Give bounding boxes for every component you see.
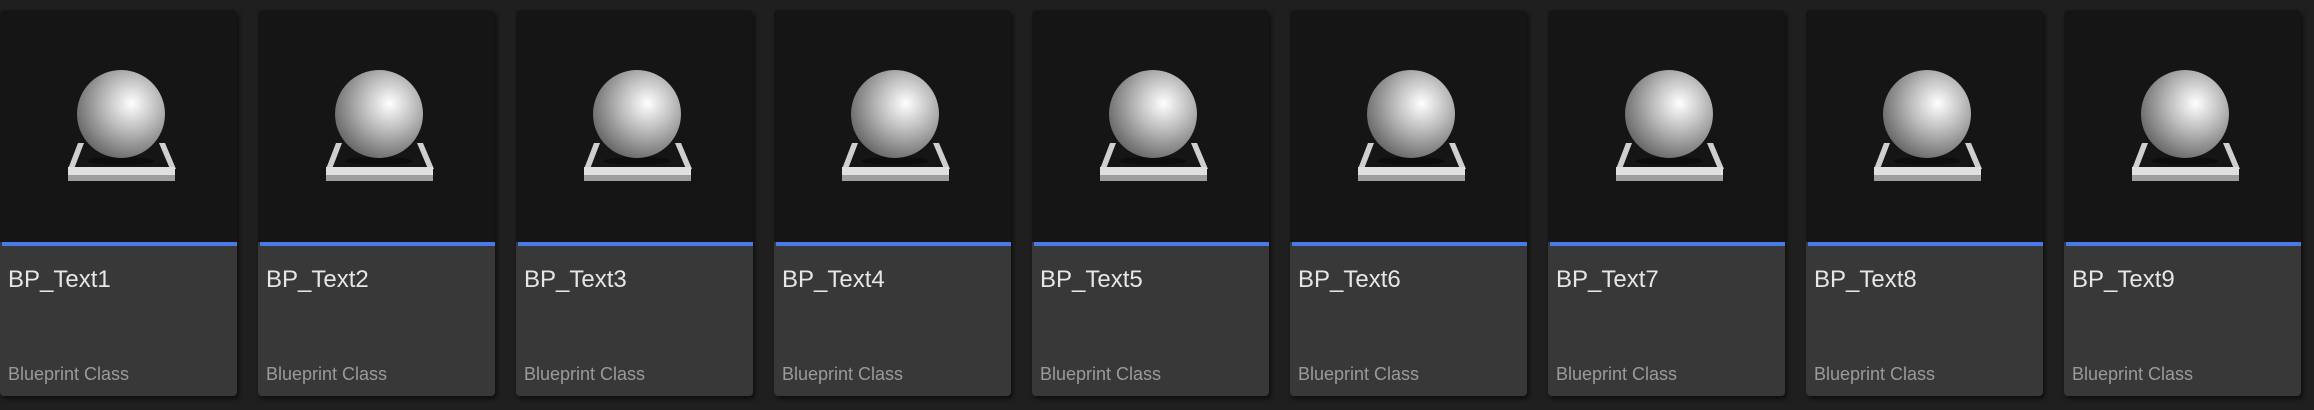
asset-name: BP_Text1	[8, 266, 111, 293]
blueprint-sphere-pedestal-icon	[1100, 70, 1208, 181]
asset-type-label: Blueprint Class	[1040, 364, 1162, 384]
asset-name: BP_Text6	[1298, 266, 1401, 293]
asset-tile[interactable]: BP_Text1 Blueprint Class	[0, 10, 237, 396]
asset-name: BP_Text8	[1814, 266, 1917, 293]
blueprint-sphere-pedestal-icon	[326, 70, 434, 181]
asset-tile[interactable]: BP_Text2 Blueprint Class	[258, 10, 495, 396]
asset-grid: BP_Text1 Blueprint Class BP_Text2 Bluepr…	[0, 0, 2314, 410]
asset-type-color-bar	[2066, 242, 2301, 246]
blueprint-sphere-pedestal-icon	[584, 70, 692, 181]
asset-type-label: Blueprint Class	[782, 364, 904, 384]
asset-name: BP_Text3	[524, 266, 627, 293]
asset-name: BP_Text4	[782, 266, 885, 293]
asset-type-label: Blueprint Class	[524, 364, 646, 384]
blueprint-sphere-pedestal-icon	[2132, 70, 2240, 181]
asset-name: BP_Text9	[2072, 266, 2175, 293]
blueprint-sphere-pedestal-icon	[1874, 70, 1982, 181]
blueprint-sphere-pedestal-icon	[68, 70, 176, 181]
asset-type-label: Blueprint Class	[1814, 364, 1936, 384]
asset-thumbnail	[516, 10, 753, 242]
asset-thumbnail	[1290, 10, 1527, 242]
asset-thumbnail	[1032, 10, 1269, 242]
asset-tile[interactable]: BP_Text6 Blueprint Class	[1290, 10, 1527, 396]
asset-name: BP_Text2	[266, 266, 369, 293]
asset-type-label: Blueprint Class	[1298, 364, 1420, 384]
asset-type-color-bar	[518, 242, 753, 246]
asset-thumbnail	[774, 10, 1011, 242]
asset-tile[interactable]: BP_Text4 Blueprint Class	[774, 10, 1011, 396]
asset-type-label: Blueprint Class	[266, 364, 388, 384]
blueprint-sphere-pedestal-icon	[1358, 70, 1466, 181]
blueprint-sphere-pedestal-icon	[842, 70, 950, 181]
asset-type-color-bar	[260, 242, 495, 246]
asset-thumbnail	[2064, 10, 2301, 242]
asset-thumbnail	[1548, 10, 1785, 242]
asset-type-color-bar	[1292, 242, 1527, 246]
asset-type-color-bar	[1808, 242, 2043, 246]
asset-thumbnail	[258, 10, 495, 242]
blueprint-sphere-pedestal-icon	[1616, 70, 1724, 181]
asset-tile[interactable]: BP_Text9 Blueprint Class	[2064, 10, 2301, 396]
asset-type-label: Blueprint Class	[8, 364, 130, 384]
asset-type-color-bar	[776, 242, 1011, 246]
asset-type-color-bar	[1034, 242, 1269, 246]
asset-tile[interactable]: BP_Text7 Blueprint Class	[1548, 10, 1785, 396]
asset-thumbnail	[0, 10, 237, 242]
asset-tile[interactable]: BP_Text3 Blueprint Class	[516, 10, 753, 396]
asset-tile[interactable]: BP_Text5 Blueprint Class	[1032, 10, 1269, 396]
asset-type-label: Blueprint Class	[2072, 364, 2194, 384]
asset-type-color-bar	[2, 242, 237, 246]
asset-name: BP_Text5	[1040, 266, 1143, 293]
asset-type-color-bar	[1550, 242, 1785, 246]
asset-thumbnail	[1806, 10, 2043, 242]
asset-tile[interactable]: BP_Text8 Blueprint Class	[1806, 10, 2043, 396]
asset-type-label: Blueprint Class	[1556, 364, 1678, 384]
asset-name: BP_Text7	[1556, 266, 1659, 293]
